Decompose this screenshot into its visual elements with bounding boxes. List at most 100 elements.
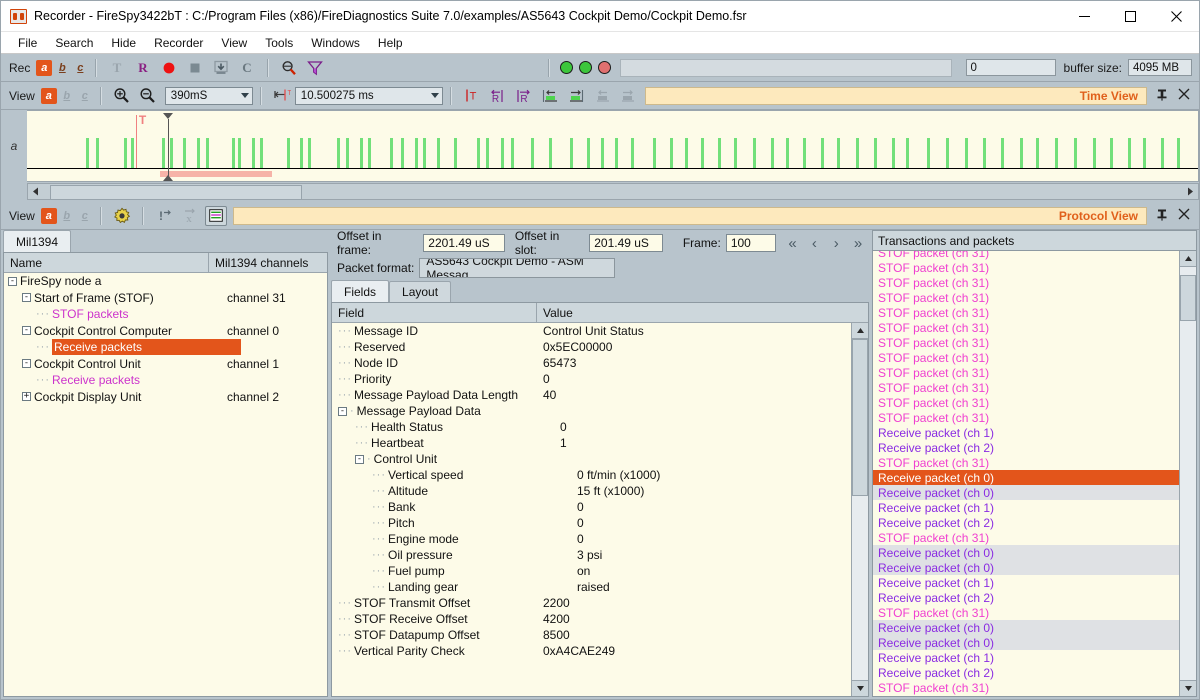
transaction-row[interactable]: Receive packet (ch 1) bbox=[873, 500, 1179, 515]
transaction-row[interactable]: Receive packet (ch 1) bbox=[873, 575, 1179, 590]
frame-input[interactable]: 100 bbox=[725, 234, 776, 252]
tab-fields[interactable]: Fields bbox=[331, 280, 390, 302]
field-row[interactable]: ··· Health Status 0 bbox=[332, 419, 851, 435]
protocol-node-b[interactable]: b bbox=[59, 208, 75, 224]
selection-band[interactable] bbox=[160, 171, 272, 177]
record-r-icon[interactable]: R bbox=[132, 58, 154, 78]
next-record-icon[interactable]: R bbox=[513, 86, 535, 106]
next-packet-icon[interactable] bbox=[565, 86, 587, 106]
prev-event-icon[interactable] bbox=[591, 86, 613, 106]
trigger-t-icon[interactable]: T bbox=[106, 58, 128, 78]
transactions-rows[interactable]: STOF packet (ch 31) STOF packet (ch 31) ST… bbox=[873, 251, 1179, 696]
tree-rows[interactable]: - FireSpy node a - Start of Frame (STOF) cha… bbox=[4, 273, 327, 696]
minimize-button[interactable] bbox=[1061, 1, 1107, 31]
hscroll-thumb[interactable] bbox=[49, 185, 303, 200]
field-row[interactable]: ··· Reserved 0x5EC00000 bbox=[332, 339, 851, 355]
next-event-icon[interactable] bbox=[617, 86, 639, 106]
collapse-toggle-icon[interactable]: - bbox=[8, 276, 17, 286]
fields-scroll-track[interactable] bbox=[852, 339, 868, 680]
pin-icon[interactable] bbox=[1156, 208, 1168, 224]
transactions-scroll-down-arrow[interactable] bbox=[1180, 680, 1196, 696]
stop-icon[interactable] bbox=[184, 58, 206, 78]
time-offset-combo[interactable]: 10.500275 ms bbox=[294, 86, 443, 105]
menu-help[interactable]: Help bbox=[369, 34, 412, 52]
prev-frame-button[interactable]: ‹ bbox=[803, 233, 825, 253]
field-row[interactable]: ··· Priority 0 bbox=[332, 371, 851, 387]
transaction-row[interactable]: Receive packet (ch 2) bbox=[873, 515, 1179, 530]
view-node-b[interactable]: b bbox=[59, 88, 75, 104]
tree-row[interactable]: - Cockpit Control Computer channel 0 bbox=[4, 323, 327, 340]
field-row[interactable]: ··· Vertical Parity Check 0xA4CAE249 bbox=[332, 643, 851, 659]
cursor-top-handle[interactable] bbox=[163, 113, 174, 119]
menu-file[interactable]: File bbox=[9, 34, 46, 52]
rec-node-c[interactable]: c bbox=[72, 60, 88, 76]
tree-row[interactable]: - Start of Frame (STOF) channel 31 bbox=[4, 290, 327, 307]
transaction-row[interactable]: STOF packet (ch 31) bbox=[873, 260, 1179, 275]
transaction-row[interactable]: STOF packet (ch 31) bbox=[873, 605, 1179, 620]
zoom-in-icon[interactable] bbox=[111, 86, 133, 106]
filter-icon[interactable] bbox=[304, 58, 326, 78]
close-icon[interactable] bbox=[1178, 88, 1190, 103]
menu-hide[interactable]: Hide bbox=[102, 34, 145, 52]
collapse-toggle-icon[interactable]: - bbox=[22, 326, 31, 336]
field-row[interactable]: ··· Node ID 65473 bbox=[332, 355, 851, 371]
field-row[interactable]: ··· Altitude 15 ft (x1000) bbox=[332, 483, 851, 499]
field-row[interactable]: ··· Message ID Control Unit Status bbox=[332, 323, 851, 339]
time-cursor[interactable] bbox=[167, 119, 169, 179]
transaction-row[interactable]: STOF packet (ch 31) bbox=[873, 350, 1179, 365]
tree-row[interactable]: - FireSpy node a bbox=[4, 273, 327, 290]
rec-node-b[interactable]: b bbox=[54, 60, 70, 76]
transaction-row[interactable]: STOF packet (ch 31) bbox=[873, 290, 1179, 305]
field-row[interactable]: ··· Message Payload Data Length 40 bbox=[332, 387, 851, 403]
field-row[interactable]: ··· Bank 0 bbox=[332, 499, 851, 515]
close-button[interactable] bbox=[1153, 1, 1199, 31]
fields-scroll-thumb[interactable] bbox=[852, 339, 868, 496]
download-icon[interactable] bbox=[210, 58, 232, 78]
cursor-bottom-handle[interactable] bbox=[163, 175, 174, 181]
settings-gear-icon[interactable] bbox=[111, 206, 133, 226]
first-frame-button[interactable]: « bbox=[782, 233, 804, 253]
fields-vscrollbar[interactable] bbox=[851, 323, 868, 696]
tree-row[interactable]: + Cockpit Display Unit channel 2 bbox=[4, 389, 327, 406]
time-view-hscrollbar[interactable] bbox=[27, 183, 1199, 200]
transactions-scroll-thumb[interactable] bbox=[1180, 275, 1196, 321]
prev-packet-icon[interactable] bbox=[539, 86, 561, 106]
collapse-toggle-icon[interactable]: - bbox=[355, 454, 364, 464]
transaction-row[interactable]: Receive packet (ch 1) bbox=[873, 650, 1179, 665]
close-icon[interactable] bbox=[1178, 208, 1190, 223]
protocol-node-c[interactable]: c bbox=[77, 208, 93, 224]
field-row[interactable]: ··· STOF Receive Offset 4200 bbox=[332, 611, 851, 627]
collapse-toggle-icon[interactable]: - bbox=[22, 359, 31, 369]
clear-c-icon[interactable]: C bbox=[236, 58, 258, 78]
hscroll-left-arrow[interactable] bbox=[28, 185, 44, 198]
measure-span-icon[interactable]: T bbox=[271, 86, 293, 106]
field-row[interactable]: ··· Vertical speed 0 ft/min (x1000) bbox=[332, 467, 851, 483]
transaction-row[interactable]: Receive packet (ch 0) bbox=[873, 470, 1179, 485]
transaction-row[interactable]: Receive packet (ch 0) bbox=[873, 620, 1179, 635]
list-view-icon[interactable] bbox=[204, 205, 227, 226]
field-row[interactable]: - · Control Unit bbox=[332, 451, 851, 467]
transaction-row[interactable]: STOF packet (ch 31) bbox=[873, 335, 1179, 350]
view-node-c[interactable]: c bbox=[77, 88, 93, 104]
field-row[interactable]: ··· Engine mode 0 bbox=[332, 531, 851, 547]
maximize-button[interactable] bbox=[1107, 1, 1153, 31]
transaction-row[interactable]: STOF packet (ch 31) bbox=[873, 410, 1179, 425]
next-frame-button[interactable]: › bbox=[825, 233, 847, 253]
protocol-node-a[interactable]: a bbox=[40, 207, 57, 224]
offset-in-frame-input[interactable]: 2201.49 uS bbox=[423, 234, 505, 252]
transaction-row[interactable]: Receive packet (ch 0) bbox=[873, 545, 1179, 560]
last-frame-button[interactable]: » bbox=[847, 233, 869, 253]
hscroll-track[interactable] bbox=[44, 185, 1182, 200]
counter-field[interactable]: 0 bbox=[965, 59, 1056, 76]
pin-icon[interactable] bbox=[1156, 88, 1168, 104]
tab-mil1394[interactable]: Mil1394 bbox=[3, 230, 72, 252]
transaction-row[interactable]: Receive packet (ch 0) bbox=[873, 560, 1179, 575]
hscroll-right-arrow[interactable] bbox=[1182, 185, 1198, 198]
collapse-toggle-icon[interactable]: - bbox=[338, 406, 347, 416]
transaction-row[interactable]: Receive packet (ch 0) bbox=[873, 635, 1179, 650]
field-row[interactable]: ··· STOF Transmit Offset 2200 bbox=[332, 595, 851, 611]
field-row[interactable]: ··· Pitch 0 bbox=[332, 515, 851, 531]
menu-recorder[interactable]: Recorder bbox=[145, 34, 212, 52]
record-icon[interactable] bbox=[158, 58, 180, 78]
goto-next-x-icon[interactable]: x bbox=[179, 206, 201, 226]
